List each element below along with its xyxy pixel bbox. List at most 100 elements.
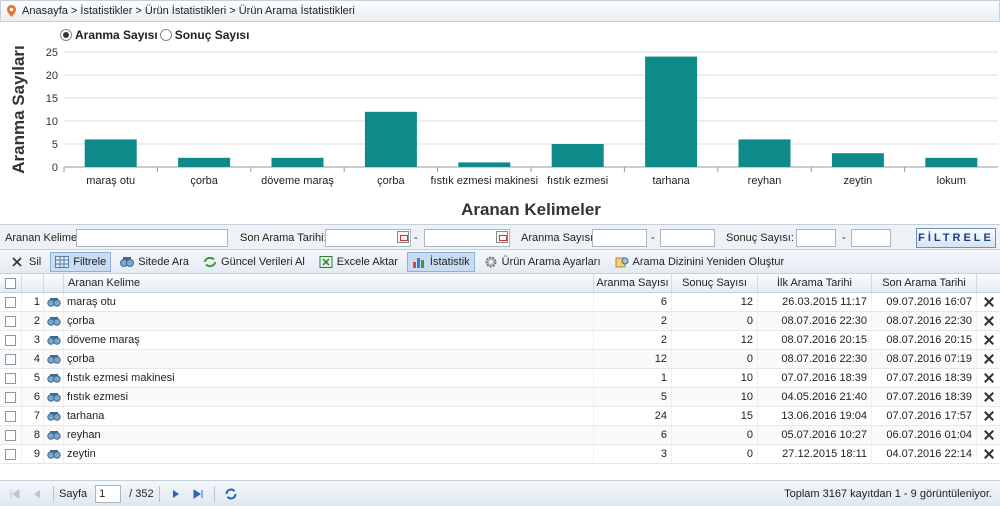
chart-bar — [364, 111, 417, 167]
binoculars-icon[interactable] — [46, 297, 61, 308]
cell-first-date: 08.07.2016 22:30 — [758, 350, 872, 368]
cell-result-count: 10 — [672, 369, 758, 387]
delete-row-icon[interactable] — [984, 430, 994, 440]
search-count-filter-label: Aranma Sayısı: — [521, 232, 597, 244]
delete-button[interactable]: Sil — [6, 252, 46, 272]
delete-row-icon[interactable] — [984, 335, 994, 345]
grid-header: Aranan Kelime Aranma Sayısı Sonuç Sayısı… — [0, 274, 1000, 293]
y-tick-label: 10 — [46, 116, 58, 128]
search-count-max-input[interactable] — [660, 229, 715, 247]
cell-keyword: tarhana — [64, 407, 594, 425]
filter-bar: Aranan Kelime: Son Arama Tarihi: - Aranm… — [0, 224, 1000, 250]
x-tick-label: fıstık ezmesi — [547, 175, 608, 187]
filter-apply-button[interactable]: FİLTRELE — [916, 228, 996, 248]
delete-row-icon[interactable] — [984, 449, 994, 459]
table-row[interactable]: 8 reyhan 6 0 05.07.2016 10:27 06.07.2016 01:0… — [0, 426, 1000, 445]
page-number-input[interactable]: 1 — [95, 484, 122, 503]
table-row[interactable]: 7 tarhana 24 15 13.06.2016 19:04 07.07.2016 1… — [0, 407, 1000, 426]
filter-toggle-label: Filtrele — [73, 255, 107, 268]
binoculars-icon — [120, 256, 135, 268]
statistics-button[interactable]: İstatistik — [406, 251, 475, 272]
binoculars-icon[interactable] — [46, 373, 61, 384]
table-row[interactable]: 3 döveme maraş 2 12 08.07.2016 20:15 08.07.20… — [0, 331, 1000, 350]
cell-last-date: 07.07.2016 18:39 — [872, 388, 977, 406]
binoculars-icon[interactable] — [46, 411, 61, 422]
keyword-filter-input[interactable] — [76, 229, 228, 247]
result-count-max-input[interactable] — [851, 229, 891, 247]
binoculars-icon[interactable] — [46, 392, 61, 403]
col-search-count[interactable]: Aranma Sayısı — [594, 274, 672, 292]
table-row[interactable]: 1 maraş otu 6 12 26.03.2015 11:17 09.07.2016 … — [0, 293, 1000, 312]
cell-first-date: 04.05.2016 21:40 — [758, 388, 872, 406]
search-stats-chart: Aranma Sayısı Sonuç Sayısı 0 5 10 15 20 25 mar… — [0, 22, 1000, 222]
cell-result-count: 12 — [672, 331, 758, 349]
binoculars-icon[interactable] — [46, 354, 61, 365]
table-row[interactable]: 4 çorba 12 0 08.07.2016 22:30 08.07.2016 07:1… — [0, 350, 1000, 369]
cell-first-date: 05.07.2016 10:27 — [758, 426, 872, 444]
binoculars-icon[interactable] — [46, 316, 61, 327]
cell-result-count: 0 — [672, 350, 758, 368]
table-row[interactable]: 2 çorba 2 0 08.07.2016 22:30 08.07.2016 22:30 — [0, 312, 1000, 331]
table-row[interactable]: 5 fıstık ezmesi makinesi 1 10 07.07.2016 18:… — [0, 369, 1000, 388]
row-checkbox[interactable] — [5, 334, 16, 346]
result-count-min-input[interactable] — [796, 229, 836, 247]
cell-last-date: 09.07.2016 16:07 — [872, 293, 977, 311]
x-tick-label: fıstık ezmesi makinesi — [431, 175, 539, 187]
cell-last-date: 08.07.2016 07:19 — [872, 350, 977, 368]
delete-row-icon[interactable] — [984, 373, 994, 383]
col-result-count[interactable]: Sonuç Sayısı — [672, 274, 758, 292]
cell-search-count: 12 — [594, 350, 672, 368]
binoculars-icon[interactable] — [46, 430, 61, 441]
col-last-date[interactable]: Son Arama Tarihi — [872, 274, 977, 292]
binoculars-icon[interactable] — [46, 335, 61, 346]
row-checkbox[interactable] — [5, 429, 16, 441]
col-first-date[interactable]: İlk Arama Tarihi — [758, 274, 872, 292]
calendar-icon[interactable] — [496, 231, 508, 243]
last-page-icon[interactable] — [191, 487, 205, 501]
x-tick-label: çorba — [190, 175, 218, 187]
chart-bar — [271, 157, 324, 167]
refresh-data-button[interactable]: Güncel Verileri Al — [198, 252, 310, 272]
delete-row-icon[interactable] — [984, 354, 994, 364]
search-count-min-input[interactable] — [592, 229, 647, 247]
cell-search-count: 1 — [594, 369, 672, 387]
row-checkbox[interactable] — [5, 296, 16, 308]
delete-row-icon[interactable] — [984, 297, 994, 307]
pager-separator — [213, 485, 215, 502]
search-site-button[interactable]: Sitede Ara — [115, 252, 194, 272]
first-page-icon[interactable] — [8, 487, 22, 501]
row-checkbox[interactable] — [5, 372, 16, 384]
grid-toolbar: Sil Filtrele Sitede Ara Güncel Verileri … — [0, 250, 1000, 274]
chart-bar — [738, 139, 791, 167]
y-tick-label: 5 — [52, 139, 58, 151]
delete-row-icon[interactable] — [984, 316, 994, 326]
table-row[interactable]: 9 zeytin 3 0 27.12.2015 18:11 04.07.2016 22:1… — [0, 445, 1000, 464]
row-checkbox[interactable] — [5, 391, 16, 403]
rebuild-index-button[interactable]: Arama Dizinini Yeniden Oluştur — [610, 252, 790, 272]
row-number: 8 — [22, 426, 44, 444]
row-checkbox[interactable] — [5, 448, 16, 460]
export-excel-button[interactable]: Excele Aktar — [314, 252, 403, 272]
y-tick-label: 0 — [52, 162, 58, 174]
col-keyword[interactable]: Aranan Kelime — [64, 274, 594, 292]
cell-result-count: 0 — [672, 426, 758, 444]
row-checkbox[interactable] — [5, 353, 16, 365]
search-settings-button[interactable]: Ürün Arama Ayarları — [479, 252, 606, 272]
cell-keyword: reyhan — [64, 426, 594, 444]
refresh-icon[interactable] — [224, 487, 238, 501]
prev-page-icon[interactable] — [30, 487, 44, 501]
x-tick-label: zeytin — [844, 175, 873, 187]
result-count-dash: - — [842, 232, 846, 244]
filter-toggle-button[interactable]: Filtrele — [50, 251, 112, 272]
delete-row-icon[interactable] — [984, 411, 994, 421]
next-page-icon[interactable] — [169, 487, 183, 501]
row-checkbox[interactable] — [5, 315, 16, 327]
calendar-icon[interactable] — [397, 231, 409, 243]
binoculars-icon[interactable] — [46, 449, 61, 460]
select-all-checkbox[interactable] — [5, 277, 16, 289]
cell-search-count: 24 — [594, 407, 672, 425]
row-number: 9 — [22, 445, 44, 463]
delete-row-icon[interactable] — [984, 392, 994, 402]
table-row[interactable]: 6 fıstık ezmesi 5 10 04.05.2016 21:40 07.07.2… — [0, 388, 1000, 407]
row-checkbox[interactable] — [5, 410, 16, 422]
